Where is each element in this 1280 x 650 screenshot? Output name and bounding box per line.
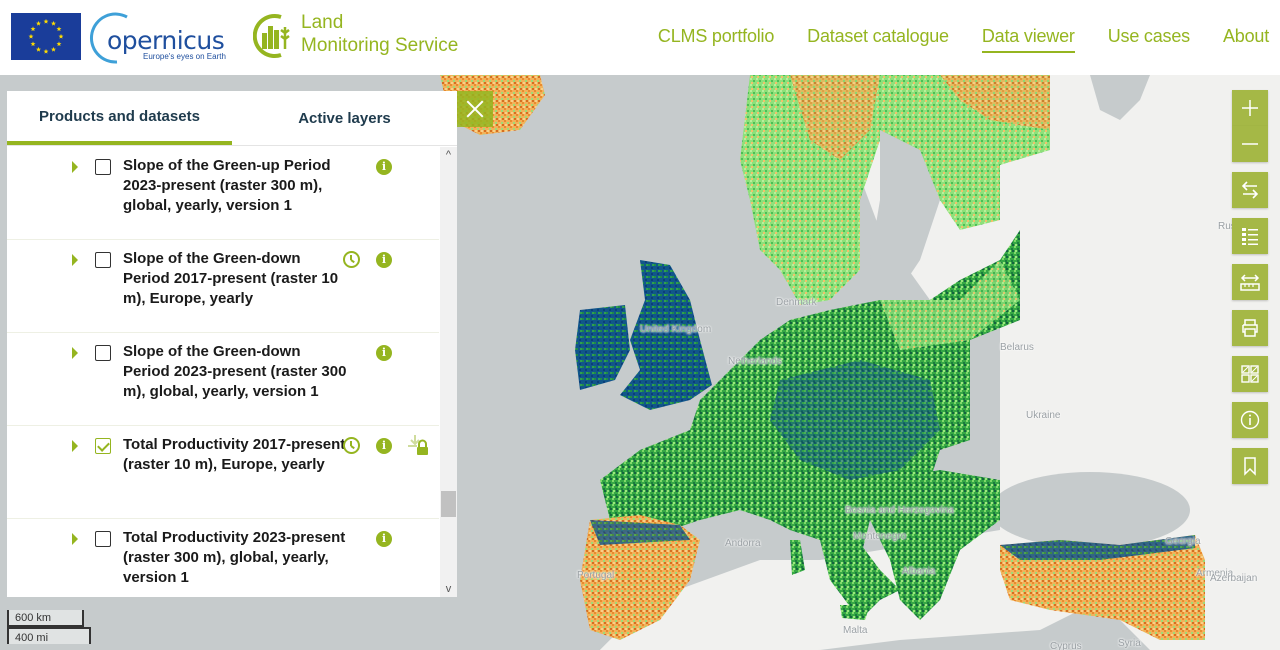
compare-button[interactable]: [1232, 172, 1268, 208]
nav-about[interactable]: About: [1223, 26, 1269, 53]
dataset-checkbox[interactable]: [95, 159, 111, 175]
map-label-portugal: Portugal: [577, 570, 615, 581]
map-label-albania: Albania: [902, 566, 936, 577]
printer-icon: [1242, 319, 1258, 337]
map-ireland: [575, 305, 630, 390]
measure-button[interactable]: [1232, 264, 1268, 300]
zoom-in-button[interactable]: [1232, 90, 1268, 126]
site-header: opernicus Europe's eyes on Earth Land Mo…: [0, 0, 1280, 75]
map-label-denmark: Denmark: [776, 297, 817, 308]
clock-icon[interactable]: [343, 251, 360, 268]
map-label-georgia: Georgia: [1165, 536, 1201, 547]
area-grid-icon: [1241, 365, 1259, 383]
map-label-azerbaijan: Azerbaijan: [1210, 573, 1258, 584]
area-select-button[interactable]: [1232, 356, 1268, 392]
dataset-title: Total Productivity 2023-present (raster …: [123, 529, 346, 586]
print-button[interactable]: [1232, 310, 1268, 346]
nav-clms-portfolio[interactable]: CLMS portfolio: [658, 26, 774, 53]
dataset-checkbox[interactable]: [95, 531, 111, 547]
minus-icon: [1242, 143, 1258, 145]
map-black-sea: [990, 472, 1190, 548]
panel-tabs: Products and datasets Active layers: [7, 91, 457, 146]
expand-caret-icon[interactable]: [72, 533, 78, 545]
expand-caret-icon[interactable]: [72, 254, 78, 266]
info-icon[interactable]: i: [376, 438, 392, 454]
bookmark-button[interactable]: [1232, 448, 1268, 484]
dataset-title: Slope of the Green-down Period 2023-pres…: [123, 343, 347, 400]
map-label-malta: Malta: [843, 625, 868, 636]
swap-arrows-icon: [1241, 181, 1259, 199]
dataset-row: Slope of the Green-down Period 2023-pres…: [7, 333, 439, 426]
expand-caret-icon[interactable]: [72, 347, 78, 359]
layers-panel: Products and datasets Active layers Slop…: [7, 91, 457, 597]
lms-title: Land Monitoring Service: [301, 11, 458, 57]
map-label-netherlands: Netherlands: [728, 356, 782, 367]
copernicus-logo[interactable]: opernicus Europe's eyes on Earth: [87, 12, 227, 64]
map-label-ukraine: Ukraine: [1026, 410, 1061, 421]
close-panel-button[interactable]: [457, 91, 493, 127]
panel-scrollbar[interactable]: ^ v: [440, 147, 457, 597]
map-label-montenegro: Montenegro: [853, 531, 907, 542]
dataset-row: Slope of the Green-down Period 2017-pres…: [7, 240, 439, 333]
map-label-cyprus: Cyprus: [1050, 641, 1082, 650]
download-lock-icon[interactable]: [408, 434, 430, 456]
dataset-row: Total Productivity 2023-present (raster …: [7, 519, 439, 597]
info-icon[interactable]: i: [376, 252, 392, 268]
lms-logo-icon[interactable]: [252, 11, 297, 61]
dataset-title: Slope of the Green-down Period 2017-pres…: [123, 250, 339, 307]
scroll-up-arrow-icon[interactable]: ^: [440, 147, 457, 163]
clock-icon[interactable]: [343, 437, 360, 454]
expand-caret-icon[interactable]: [72, 161, 78, 173]
map-label-bosnia: Bosnia and Herzegovina: [845, 505, 954, 516]
nav-use-cases[interactable]: Use cases: [1108, 26, 1190, 53]
info-icon[interactable]: i: [376, 531, 392, 547]
scale-km: 600 km: [7, 610, 84, 627]
info-icon[interactable]: i: [376, 159, 392, 175]
info-icon[interactable]: i: [376, 345, 392, 361]
lms-title-line1: Land: [301, 12, 344, 33]
map-britain: [620, 260, 712, 410]
map-label-belarus: Belarus: [1000, 342, 1034, 353]
dataset-list: Slope of the Green-up Period 2023-presen…: [7, 147, 439, 597]
info-circle-icon: [1240, 410, 1260, 430]
dataset-title: Slope of the Green-up Period 2023-presen…: [123, 157, 331, 214]
scale-mi: 400 mi: [7, 627, 91, 644]
copernicus-tagline: Europe's eyes on Earth: [143, 52, 226, 61]
tab-active-layers[interactable]: Active layers: [232, 91, 457, 145]
dataset-row: Slope of the Green-up Period 2023-presen…: [7, 147, 439, 240]
nav-dataset-catalogue[interactable]: Dataset catalogue: [807, 26, 949, 53]
eu-flag-logo[interactable]: [11, 13, 81, 60]
scroll-down-arrow-icon[interactable]: v: [440, 581, 457, 597]
ruler-icon: [1240, 274, 1260, 291]
main-nav: CLMS portfolio Dataset catalogue Data vi…: [658, 26, 1280, 53]
tab-products-and-datasets[interactable]: Products and datasets: [7, 91, 232, 145]
dataset-checkbox[interactable]: [95, 252, 111, 268]
copernicus-wordmark: opernicus: [107, 26, 225, 55]
lms-title-line2: Monitoring Service: [301, 35, 459, 56]
dataset-checkbox[interactable]: [95, 345, 111, 361]
list-icon: [1242, 228, 1258, 245]
map-label-andorra: Andorra: [725, 538, 761, 549]
scroll-thumb[interactable]: [441, 491, 456, 517]
legend-button[interactable]: [1232, 218, 1268, 254]
plus-icon: [1242, 100, 1258, 116]
zoom-out-button[interactable]: [1232, 126, 1268, 162]
dataset-row: Total Productivity 2017-present (raster …: [7, 426, 439, 519]
expand-caret-icon[interactable]: [72, 440, 78, 452]
dataset-title: Total Productivity 2017-present (raster …: [123, 436, 346, 473]
map-label-syria: Syria: [1118, 638, 1141, 649]
bookmark-icon: [1244, 457, 1256, 476]
dataset-checkbox-checked[interactable]: [95, 438, 111, 454]
info-button[interactable]: [1232, 402, 1268, 438]
map-label-uk: United Kingdom: [640, 324, 712, 335]
nav-data-viewer[interactable]: Data viewer: [981, 26, 1075, 53]
